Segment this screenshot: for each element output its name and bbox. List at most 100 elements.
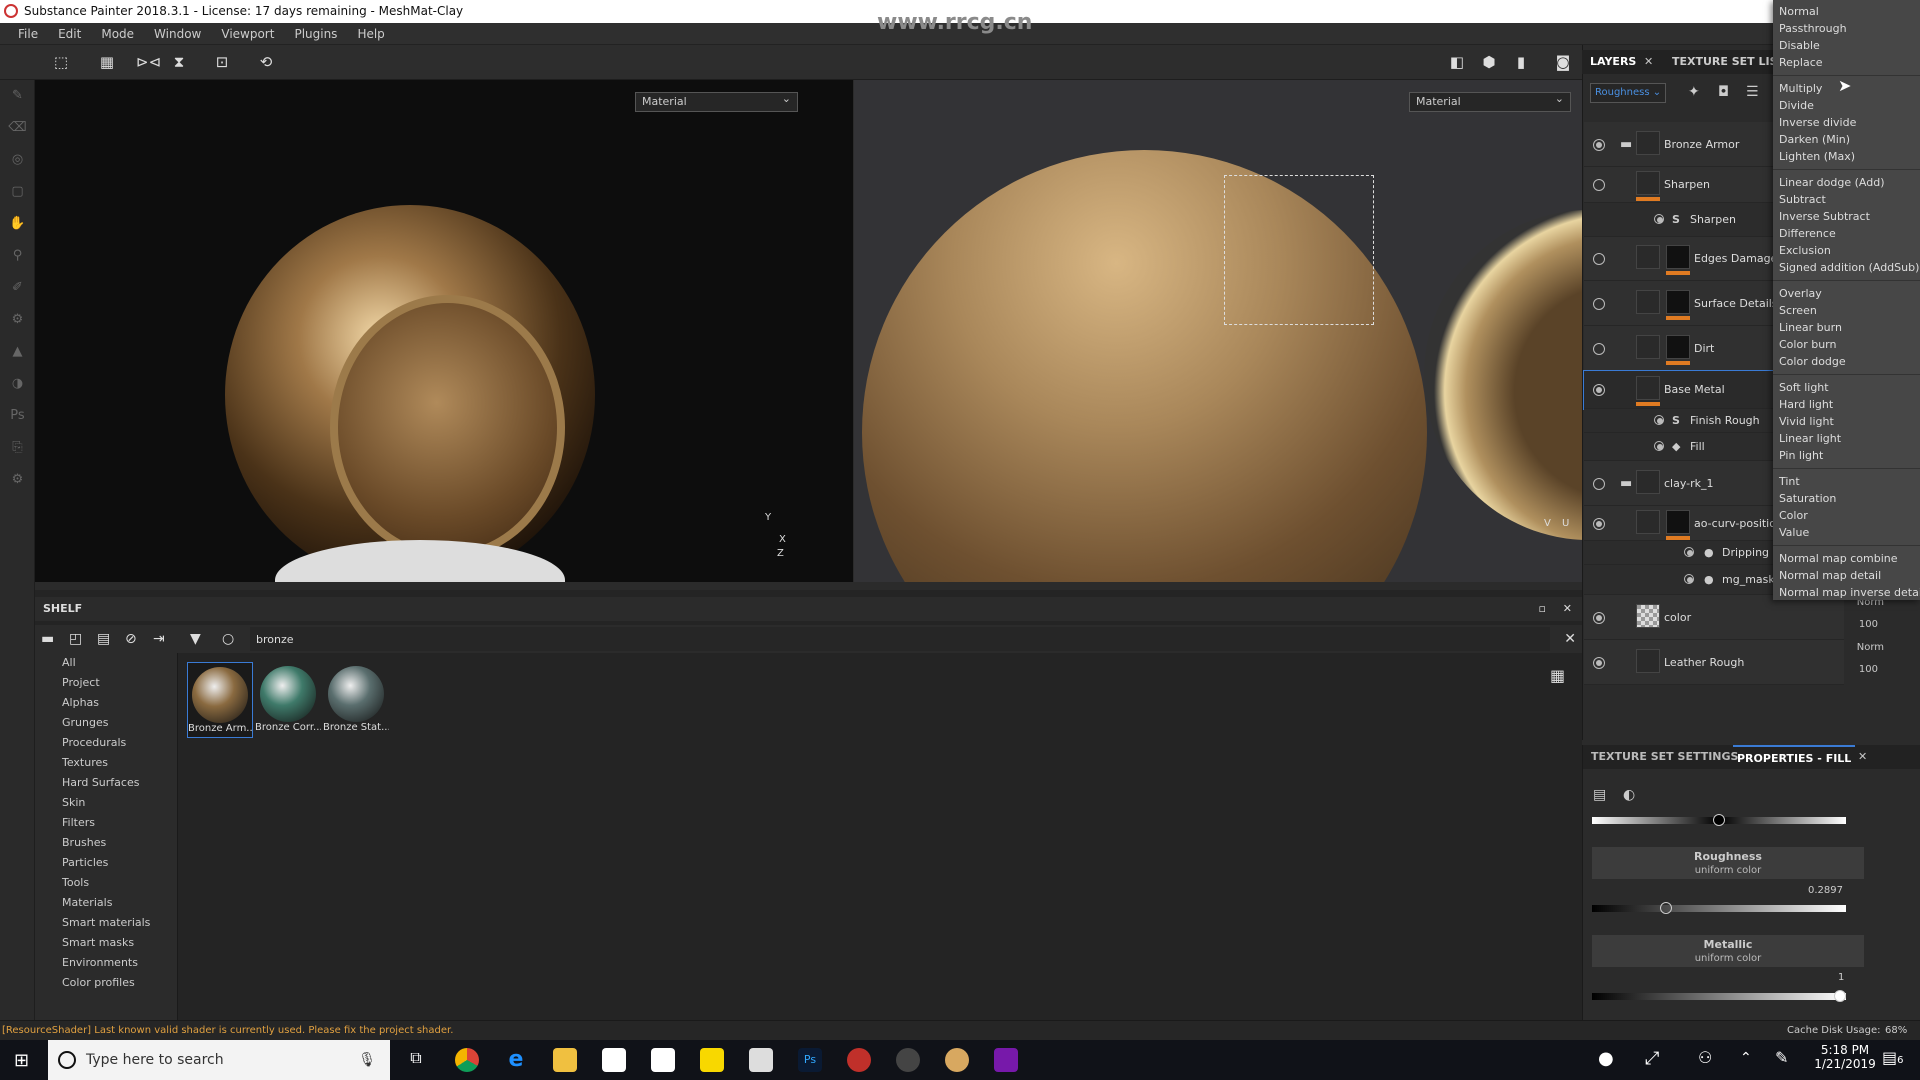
blend-mode-option[interactable]: Replace	[1773, 54, 1920, 71]
blend-mode-option[interactable]: Divide	[1773, 97, 1920, 114]
visibility-toggle[interactable]	[1593, 611, 1605, 624]
camera-icon[interactable]: ▮	[1510, 52, 1532, 72]
shelf-category[interactable]: Grunges	[35, 713, 177, 733]
people-icon[interactable]: ⚇	[1698, 1048, 1712, 1067]
shelf-item[interactable]: Bronze Corr...	[255, 662, 321, 738]
blend-mode-option[interactable]: Saturation	[1773, 490, 1920, 507]
layer-row[interactable]: Leather Rough Norm 100	[1584, 640, 1884, 685]
menu-help[interactable]: Help	[347, 23, 394, 44]
substance-painter-icon[interactable]	[847, 1048, 871, 1072]
tab-properties-fill[interactable]: PROPERTIES - FILL	[1733, 745, 1856, 771]
export-icon[interactable]: ⎘	[0, 432, 35, 464]
blend-mode-option[interactable]: Inverse divide	[1773, 114, 1920, 131]
viewport-3d-mode-select[interactable]: Material	[635, 90, 798, 112]
shelf-category[interactable]: Skin	[35, 793, 177, 813]
shelf-search-input[interactable]	[250, 627, 1550, 651]
shelf-category[interactable]: Procedurals	[35, 733, 177, 753]
split-view-icon[interactable]: ◧	[1446, 52, 1468, 72]
paint-tool-icon[interactable]: ✎	[0, 80, 35, 112]
blend-mode-option[interactable]: Color	[1773, 507, 1920, 524]
viewport-3d[interactable]: Material YXZ	[35, 80, 853, 582]
chrome-icon[interactable]	[455, 1048, 479, 1072]
metallic-slider[interactable]	[1592, 993, 1846, 1000]
blend-mode-option[interactable]: Subtract	[1773, 191, 1920, 208]
channel-select[interactable]: Roughness ⌄	[1590, 83, 1666, 103]
visibility-toggle[interactable]	[1593, 297, 1605, 310]
shelf-category[interactable]: Hard Surfaces	[35, 773, 177, 793]
blend-mode-option[interactable]: Linear light	[1773, 430, 1920, 447]
roughness-slider-handle[interactable]	[1659, 902, 1672, 914]
symmetry-x-icon[interactable]: ⊳⊲	[136, 52, 161, 72]
notifications-icon[interactable]: ▤6	[1882, 1048, 1904, 1067]
blend-mode-option[interactable]: Normal map inverse detail	[1773, 584, 1920, 601]
visibility-toggle[interactable]	[1654, 441, 1664, 451]
blend-mode-option[interactable]: Difference	[1773, 225, 1920, 242]
shelf-category[interactable]: Alphas	[35, 693, 177, 713]
display-cube-icon[interactable]: ⬢	[1478, 52, 1500, 72]
blend-mode-option[interactable]: Signed addition (AddSub)	[1773, 259, 1920, 276]
tab-layers[interactable]: LAYERS	[1590, 50, 1636, 74]
mail-icon[interactable]	[651, 1048, 675, 1072]
add-mask-icon[interactable]: ◘	[1718, 84, 1729, 100]
blend-mode-option[interactable]: Pin light	[1773, 447, 1920, 464]
smudge-icon[interactable]: ✋	[0, 208, 35, 240]
marmoset-icon[interactable]	[945, 1048, 969, 1072]
tab-texture-set-settings[interactable]: TEXTURE SET SETTINGS	[1591, 745, 1738, 769]
app-icon[interactable]	[896, 1048, 920, 1072]
blend-mode-option[interactable]: Soft light	[1773, 379, 1920, 396]
viewport-2d[interactable]: Material V U	[854, 80, 1582, 582]
grid-icon[interactable]: ▦	[96, 52, 118, 72]
shelf-category[interactable]: Tools	[35, 873, 177, 893]
layer-opacity[interactable]: 100	[1859, 619, 1878, 630]
blend-mode-option[interactable]: Disable	[1773, 37, 1920, 54]
layer-row[interactable]: color Norm 100	[1584, 595, 1884, 640]
blend-mode-option[interactable]: Color burn	[1773, 336, 1920, 353]
selection-icon[interactable]: ⬚	[50, 52, 72, 72]
blend-mode-option[interactable]: Linear dodge (Add)	[1773, 174, 1920, 191]
task-view-icon[interactable]: ⧉	[404, 1048, 428, 1072]
close-layers-icon[interactable]: ✕	[1644, 50, 1653, 74]
zbrush-icon[interactable]	[749, 1048, 773, 1072]
blend-mode-option[interactable]: Inverse Subtract	[1773, 208, 1920, 225]
float-icon[interactable]: ▫	[1539, 597, 1546, 621]
store-icon[interactable]	[602, 1048, 626, 1072]
import-icon[interactable]: ⇥	[153, 625, 165, 653]
visibility-toggle[interactable]	[1684, 574, 1694, 584]
shelf-category[interactable]: Color profiles	[35, 973, 177, 993]
new-icon[interactable]: ◰	[69, 625, 82, 653]
clock[interactable]: 5:18 PM 1/21/2019	[1810, 1043, 1880, 1071]
viewport-2d-mode-select[interactable]: Material	[1409, 90, 1571, 112]
roughness-slider[interactable]	[1592, 905, 1846, 912]
visibility-toggle[interactable]	[1684, 547, 1694, 557]
tray-chevron-icon[interactable]: ⌃	[1740, 1050, 1752, 1066]
menu-file[interactable]: File	[8, 23, 48, 44]
shelf-category[interactable]: Materials	[35, 893, 177, 913]
add-effect-icon[interactable]: ✦	[1688, 84, 1700, 100]
material-icon[interactable]: ◐	[1623, 787, 1635, 803]
visibility-toggle[interactable]	[1654, 214, 1664, 224]
blend-mode-option[interactable]: Overlay	[1773, 285, 1920, 302]
material-settings-icon[interactable]: ▤	[1593, 787, 1606, 803]
visibility-toggle[interactable]	[1593, 179, 1605, 191]
menu-plugins[interactable]: Plugins	[284, 23, 347, 44]
history-icon[interactable]: ⟲	[255, 52, 277, 72]
visibility-toggle[interactable]	[1593, 384, 1605, 396]
blend-mode-option[interactable]: Darken (Min)	[1773, 131, 1920, 148]
symmetry-y-icon[interactable]: ⧗	[168, 52, 190, 72]
menu-edit[interactable]: Edit	[48, 23, 91, 44]
visibility-toggle[interactable]	[1593, 138, 1605, 151]
shelf-category[interactable]: Textures	[35, 753, 177, 773]
file-explorer-icon[interactable]	[553, 1048, 577, 1072]
filter-icon[interactable]: ▼	[190, 625, 201, 653]
metallic-slider-handle[interactable]	[1834, 990, 1846, 1002]
blend-mode-option[interactable]: Exclusion	[1773, 242, 1920, 259]
shelf-item[interactable]: Bronze Stat...	[323, 662, 389, 738]
metallic-value[interactable]: 1	[1838, 972, 1844, 983]
transform-gizmo[interactable]	[1224, 175, 1374, 325]
onenote-icon[interactable]	[994, 1048, 1018, 1072]
eraser-tool-icon[interactable]: ⌫	[0, 112, 35, 144]
visibility-toggle[interactable]	[1593, 342, 1605, 355]
display-settings-icon[interactable]: ⚙	[0, 464, 35, 496]
blend-mode-option[interactable]: Lighten (Max)	[1773, 148, 1920, 165]
blend-mode-option[interactable]: Screen	[1773, 302, 1920, 319]
